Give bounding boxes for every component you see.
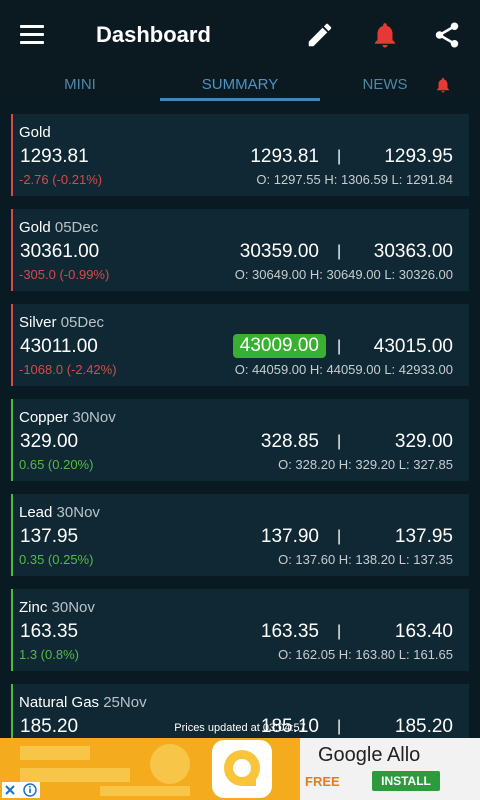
ad-install-button[interactable]: INSTALL — [372, 771, 440, 791]
quote-card[interactable]: Gold 05Dec 30361.00 -305.0 (-0.99%) 30359.0… — [11, 209, 469, 291]
last-price: 329.00 — [20, 431, 79, 452]
bid-price: 30359.00 — [239, 241, 319, 262]
symbol-name: Gold — [19, 124, 51, 141]
quote-card[interactable]: Silver 05Dec 43011.00 -1068.0 (-2.42%) 4300… — [11, 304, 469, 386]
bid-price: 137.90 — [260, 526, 319, 547]
tab-mini[interactable]: MINI — [40, 76, 120, 93]
last-price: 137.95 — [20, 526, 79, 547]
price-change: 1.3 (0.8%) — [19, 647, 79, 662]
open-high-low: O: 137.60 H: 138.20 L: 137.35 — [278, 552, 453, 567]
symbol-label: Gold — [19, 219, 51, 236]
direction-indicator — [11, 304, 13, 386]
ask-price: 163.40 — [394, 621, 453, 642]
symbol-name: Zinc 30Nov — [19, 599, 95, 616]
expiry-label: 30Nov — [72, 409, 116, 426]
symbol-label: Gold — [19, 124, 51, 141]
symbol-name: Copper 30Nov — [19, 409, 116, 426]
quote-card[interactable]: Zinc 30Nov 163.35 1.3 (0.8%) 163.35 | 163.40 O… — [11, 589, 469, 671]
symbol-label: Silver — [19, 314, 57, 331]
bid-ask-separator: | — [337, 243, 342, 260]
direction-indicator — [11, 209, 13, 291]
ad-close-icon[interactable] — [2, 782, 40, 798]
page-title: Dashboard — [96, 22, 211, 47]
ask-price: 329.00 — [394, 431, 453, 452]
ad-controls — [2, 782, 40, 800]
pencil-icon[interactable] — [305, 20, 335, 50]
open-high-low: O: 30649.00 H: 30649.00 L: 30326.00 — [234, 267, 453, 282]
bid-price: 328.85 — [260, 431, 319, 452]
open-high-low: O: 162.05 H: 163.80 L: 161.65 — [278, 647, 453, 662]
bid-ask-separator: | — [337, 623, 342, 640]
symbol-label: Natural Gas — [19, 694, 100, 711]
expiry-label: 05Dec — [60, 314, 105, 331]
bell-icon[interactable] — [370, 20, 400, 50]
symbol-label: Copper — [19, 409, 69, 426]
symbol-name: Natural Gas 25Nov — [19, 694, 147, 711]
open-high-low: O: 328.20 H: 329.20 L: 327.85 — [278, 457, 453, 472]
price-change: -305.0 (-0.99%) — [19, 267, 110, 282]
menu-icon[interactable] — [20, 25, 44, 44]
price-update-status: Prices updated at 03:04:57 — [174, 722, 306, 734]
quote-card[interactable]: Lead 30Nov 137.95 0.35 (0.25%) 137.90 | 137.9… — [11, 494, 469, 576]
direction-indicator — [11, 589, 13, 671]
active-tab-indicator — [160, 98, 320, 101]
ad-price: FREE — [305, 774, 340, 789]
bid-ask-separator: | — [337, 433, 342, 450]
ad-app-logo — [212, 740, 272, 798]
bid-price: 163.35 — [260, 621, 319, 642]
price-change: 0.35 (0.25%) — [19, 552, 94, 567]
open-high-low: O: 44059.00 H: 44059.00 L: 42933.00 — [234, 362, 453, 377]
bid-ask-separator: | — [337, 148, 342, 165]
expiry-label: 25Nov — [103, 694, 147, 711]
tab-bell-icon[interactable] — [434, 76, 452, 94]
quote-card[interactable]: Gold 1293.81 -2.76 (-0.21%) 1293.81 | 1293.9… — [11, 114, 469, 196]
ask-price: 1293.95 — [384, 146, 453, 167]
symbol-label: Zinc — [19, 599, 48, 616]
price-change: -1068.0 (-2.42%) — [19, 362, 117, 377]
bid-price: 1293.81 — [250, 146, 319, 167]
last-price: 30361.00 — [20, 241, 100, 262]
ad-banner[interactable]: Google Allo FREE INSTALL — [0, 738, 480, 800]
symbol-label: Lead — [19, 504, 53, 521]
bid-price: 43009.00 — [232, 334, 326, 358]
price-change: -2.76 (-0.21%) — [19, 172, 103, 187]
last-price: 163.35 — [20, 621, 79, 642]
direction-indicator — [11, 494, 13, 576]
tab-bar: MINI SUMMARY NEWS — [0, 70, 480, 102]
symbol-name: Gold 05Dec — [19, 219, 98, 236]
symbol-name: Silver 05Dec — [19, 314, 104, 331]
last-price: 1293.81 — [20, 146, 89, 167]
expiry-label: 30Nov — [56, 504, 100, 521]
ask-price: 30363.00 — [373, 241, 453, 262]
bid-ask-separator: | — [337, 338, 342, 355]
tab-summary[interactable]: SUMMARY — [160, 76, 320, 93]
symbol-name: Lead 30Nov — [19, 504, 100, 521]
ask-price: 43015.00 — [373, 336, 453, 357]
share-icon[interactable] — [432, 20, 462, 50]
expiry-label: 05Dec — [54, 219, 99, 236]
app-bar: Dashboard — [0, 0, 480, 70]
direction-indicator — [11, 114, 13, 196]
ad-app-name: Google Allo — [318, 744, 421, 766]
bid-ask-separator: | — [337, 528, 342, 545]
open-high-low: O: 1297.55 H: 1306.59 L: 1291.84 — [256, 172, 453, 187]
tab-news[interactable]: NEWS — [350, 76, 420, 93]
direction-indicator — [11, 399, 13, 481]
ask-price: 137.95 — [394, 526, 453, 547]
price-change: 0.65 (0.20%) — [19, 457, 94, 472]
quote-card[interactable]: Copper 30Nov 329.00 0.65 (0.20%) 328.85 | 329… — [11, 399, 469, 481]
last-price: 43011.00 — [20, 336, 98, 357]
expiry-label: 30Nov — [51, 599, 95, 616]
